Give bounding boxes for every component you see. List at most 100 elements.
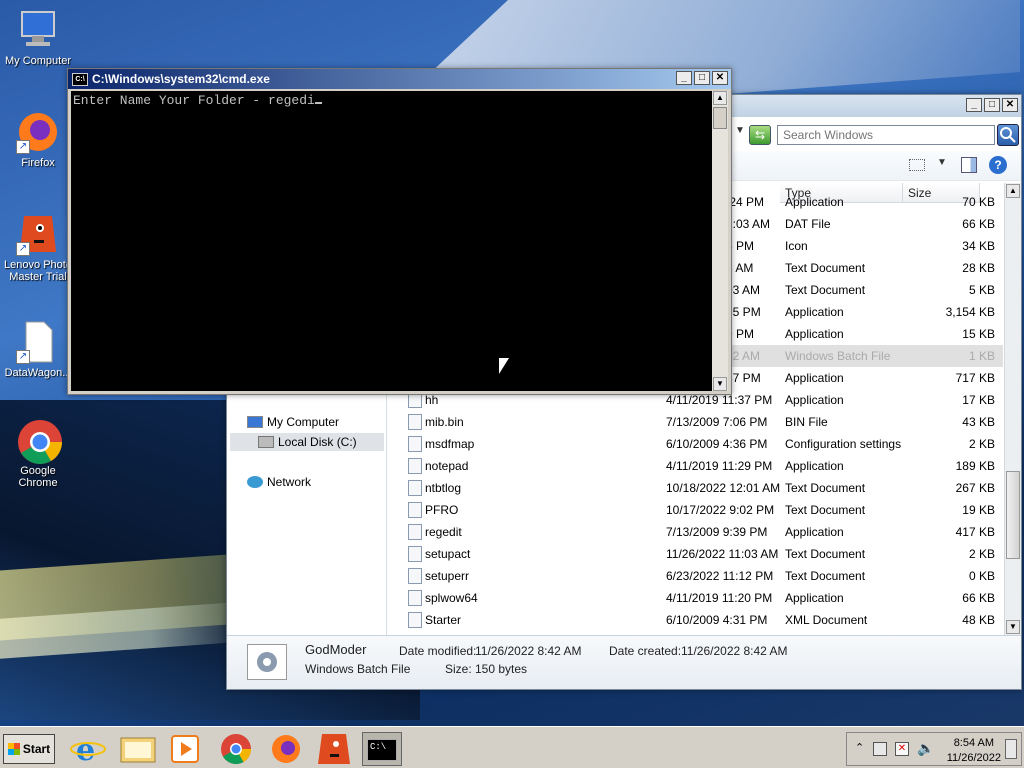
cmd-icon: C:\: [367, 739, 397, 761]
cmd-window[interactable]: C:\ C:\Windows\system32\cmd.exe _ □ ✕ En…: [67, 68, 732, 395]
media-player-icon: [171, 735, 199, 763]
close-button[interactable]: ✕: [712, 71, 728, 85]
search-icon[interactable]: [997, 124, 1019, 146]
file-name: setupact: [425, 547, 471, 561]
details-modified-value: 11/26/2022 8:42 AM: [475, 644, 582, 658]
taskbar-file-explorer[interactable]: [118, 732, 158, 766]
file-row[interactable]: setupact 11/26/2022 11:03 AM Text Document…: [388, 543, 1003, 565]
file-icon: ↗: [16, 320, 60, 364]
cmd-scrollbar[interactable]: ▲ ▼: [712, 91, 728, 391]
taskbar-firefox[interactable]: [266, 732, 306, 766]
file-row[interactable]: notepad 4/11/2019 11:29 PM Application 189 …: [388, 455, 1003, 477]
file-type: Application: [785, 459, 844, 473]
taskbar-lenovo-photo-master[interactable]: [314, 732, 354, 766]
file-size: 717 KB: [955, 371, 995, 385]
start-button[interactable]: Start: [3, 734, 55, 764]
scrollbar-thumb[interactable]: [713, 107, 727, 129]
file-row[interactable]: regedit 7/13/2009 9:39 PM Application 417 K…: [388, 521, 1003, 543]
file-size: 34 KB: [962, 239, 995, 253]
clock-date: 11/26/2022: [946, 752, 1001, 764]
details-created-value: 11/26/2022 8:42 AM: [681, 644, 788, 658]
file-size: 70 KB: [962, 195, 995, 209]
file-type: Application: [785, 591, 844, 605]
nav-item-my-computer[interactable]: My Computer: [247, 413, 339, 431]
lenovo-photo-master-icon: [318, 734, 350, 764]
file-date: 6/10/2009 4:31 PM: [666, 613, 768, 627]
maximize-button[interactable]: □: [984, 98, 1000, 112]
file-row[interactable]: splwow64 4/11/2019 11:20 PM Application 66 …: [388, 587, 1003, 609]
computer-icon: [247, 416, 263, 428]
firefox-icon: [272, 735, 300, 763]
scroll-down-icon[interactable]: ▼: [713, 377, 727, 391]
shortcut-arrow-icon: ↗: [16, 140, 30, 154]
taskbar: Start e C:\ ⌃ ✕ 🔈 8:54 AM 11/26/2022: [0, 726, 1024, 768]
file-size: 3,154 KB: [945, 305, 995, 319]
file-date: 10/17/2022 9:02 PM: [666, 503, 775, 517]
cmd-console[interactable]: Enter Name Your Folder - regedi: [71, 91, 714, 391]
file-size: 48 KB: [962, 613, 995, 627]
desktop-icon-google-chrome[interactable]: Google Chrome: [0, 418, 76, 489]
internet-explorer-icon: e: [70, 733, 106, 768]
file-date: 10/18/2022 12:01 AM: [666, 481, 781, 495]
show-desktop-button[interactable]: [1005, 739, 1017, 759]
network-icon: [247, 476, 263, 488]
details-modified-label: Date modified:: [399, 644, 477, 658]
desktop-icon-lenovo-photo-master[interactable]: ↗ Lenovo Photo Master Trial: [0, 212, 76, 283]
system-tray: ⌃ ✕ 🔈 8:54 AM 11/26/2022: [846, 732, 1022, 766]
desktop-icon-firefox[interactable]: ↗ Firefox: [0, 110, 76, 169]
file-type: Application: [785, 305, 844, 319]
nav-item-local-disk[interactable]: Local Disk (C:): [230, 433, 384, 451]
file-icon: [408, 458, 422, 474]
file-row[interactable]: mib.bin 7/13/2009 7:06 PM BIN File 43 KB: [388, 411, 1003, 433]
file-size: 17 KB: [962, 393, 995, 407]
cmd-titlebar[interactable]: C:\ C:\Windows\system32\cmd.exe: [68, 69, 731, 89]
file-size: 267 KB: [955, 481, 995, 495]
file-row[interactable]: setuperr 6/23/2022 11:12 PM Text Document 0…: [388, 565, 1003, 587]
network-icon[interactable]: [873, 742, 887, 756]
maximize-button[interactable]: □: [694, 71, 710, 85]
file-row[interactable]: PFRO 10/17/2022 9:02 PM Text Document 19 KB: [388, 499, 1003, 521]
minimize-button[interactable]: _: [676, 71, 692, 85]
chevron-down-icon[interactable]: ▼: [937, 157, 947, 168]
file-row[interactable]: ntbtlog 10/18/2022 12:01 AM Text Document 2…: [388, 477, 1003, 499]
refresh-icon[interactable]: ⇆: [749, 125, 771, 145]
file-date: 6/10/2009 4:36 PM: [666, 437, 768, 451]
scrollbar-thumb[interactable]: [1006, 471, 1020, 559]
file-name: setuperr: [425, 569, 470, 583]
desktop-icon-datawagon[interactable]: ↗ DataWagon...: [0, 320, 76, 379]
view-options-icon[interactable]: [909, 159, 925, 171]
file-icon: [408, 568, 422, 584]
taskbar-chrome[interactable]: [216, 732, 256, 766]
file-type: BIN File: [785, 415, 828, 429]
details-size-value: 150 bytes: [475, 662, 528, 676]
vertical-scrollbar[interactable]: ▲ ▼: [1004, 183, 1021, 635]
file-size: 43 KB: [962, 415, 995, 429]
close-button[interactable]: ✕: [1002, 98, 1018, 112]
taskbar-media-player[interactable]: [166, 732, 206, 766]
scroll-down-icon[interactable]: ▼: [1006, 620, 1020, 634]
help-icon[interactable]: ?: [989, 156, 1007, 174]
desktop-icon-label: Firefox: [21, 157, 55, 169]
show-hidden-icons-icon[interactable]: ⌃: [855, 741, 864, 754]
minimize-button[interactable]: _: [966, 98, 982, 112]
taskbar-internet-explorer[interactable]: e: [68, 732, 108, 768]
file-name: regedit: [425, 525, 462, 539]
file-row[interactable]: msdfmap 6/10/2009 4:36 PM Configuration se…: [388, 433, 1003, 455]
scroll-up-icon[interactable]: ▲: [713, 91, 727, 105]
chevron-down-icon[interactable]: ▼: [735, 125, 745, 136]
search-input[interactable]: [777, 125, 995, 145]
file-type: Application: [785, 195, 844, 209]
file-row[interactable]: Starter 6/10/2009 4:31 PM XML Document 48 K…: [388, 609, 1003, 631]
desktop-icon-my-computer[interactable]: My Computer: [0, 8, 76, 67]
file-size: 189 KB: [955, 459, 995, 473]
nav-item-network[interactable]: Network: [247, 473, 311, 491]
folder-icon: [120, 737, 156, 763]
volume-icon[interactable]: 🔈: [917, 740, 934, 757]
clock[interactable]: 8:54 AM 11/26/2022: [947, 736, 1001, 766]
file-size: 5 KB: [968, 283, 995, 297]
preview-pane-icon[interactable]: [961, 157, 977, 173]
scroll-up-icon[interactable]: ▲: [1006, 184, 1020, 198]
file-size: 66 KB: [962, 591, 995, 605]
action-center-icon[interactable]: ✕: [895, 742, 909, 756]
taskbar-cmd[interactable]: C:\: [362, 732, 402, 766]
